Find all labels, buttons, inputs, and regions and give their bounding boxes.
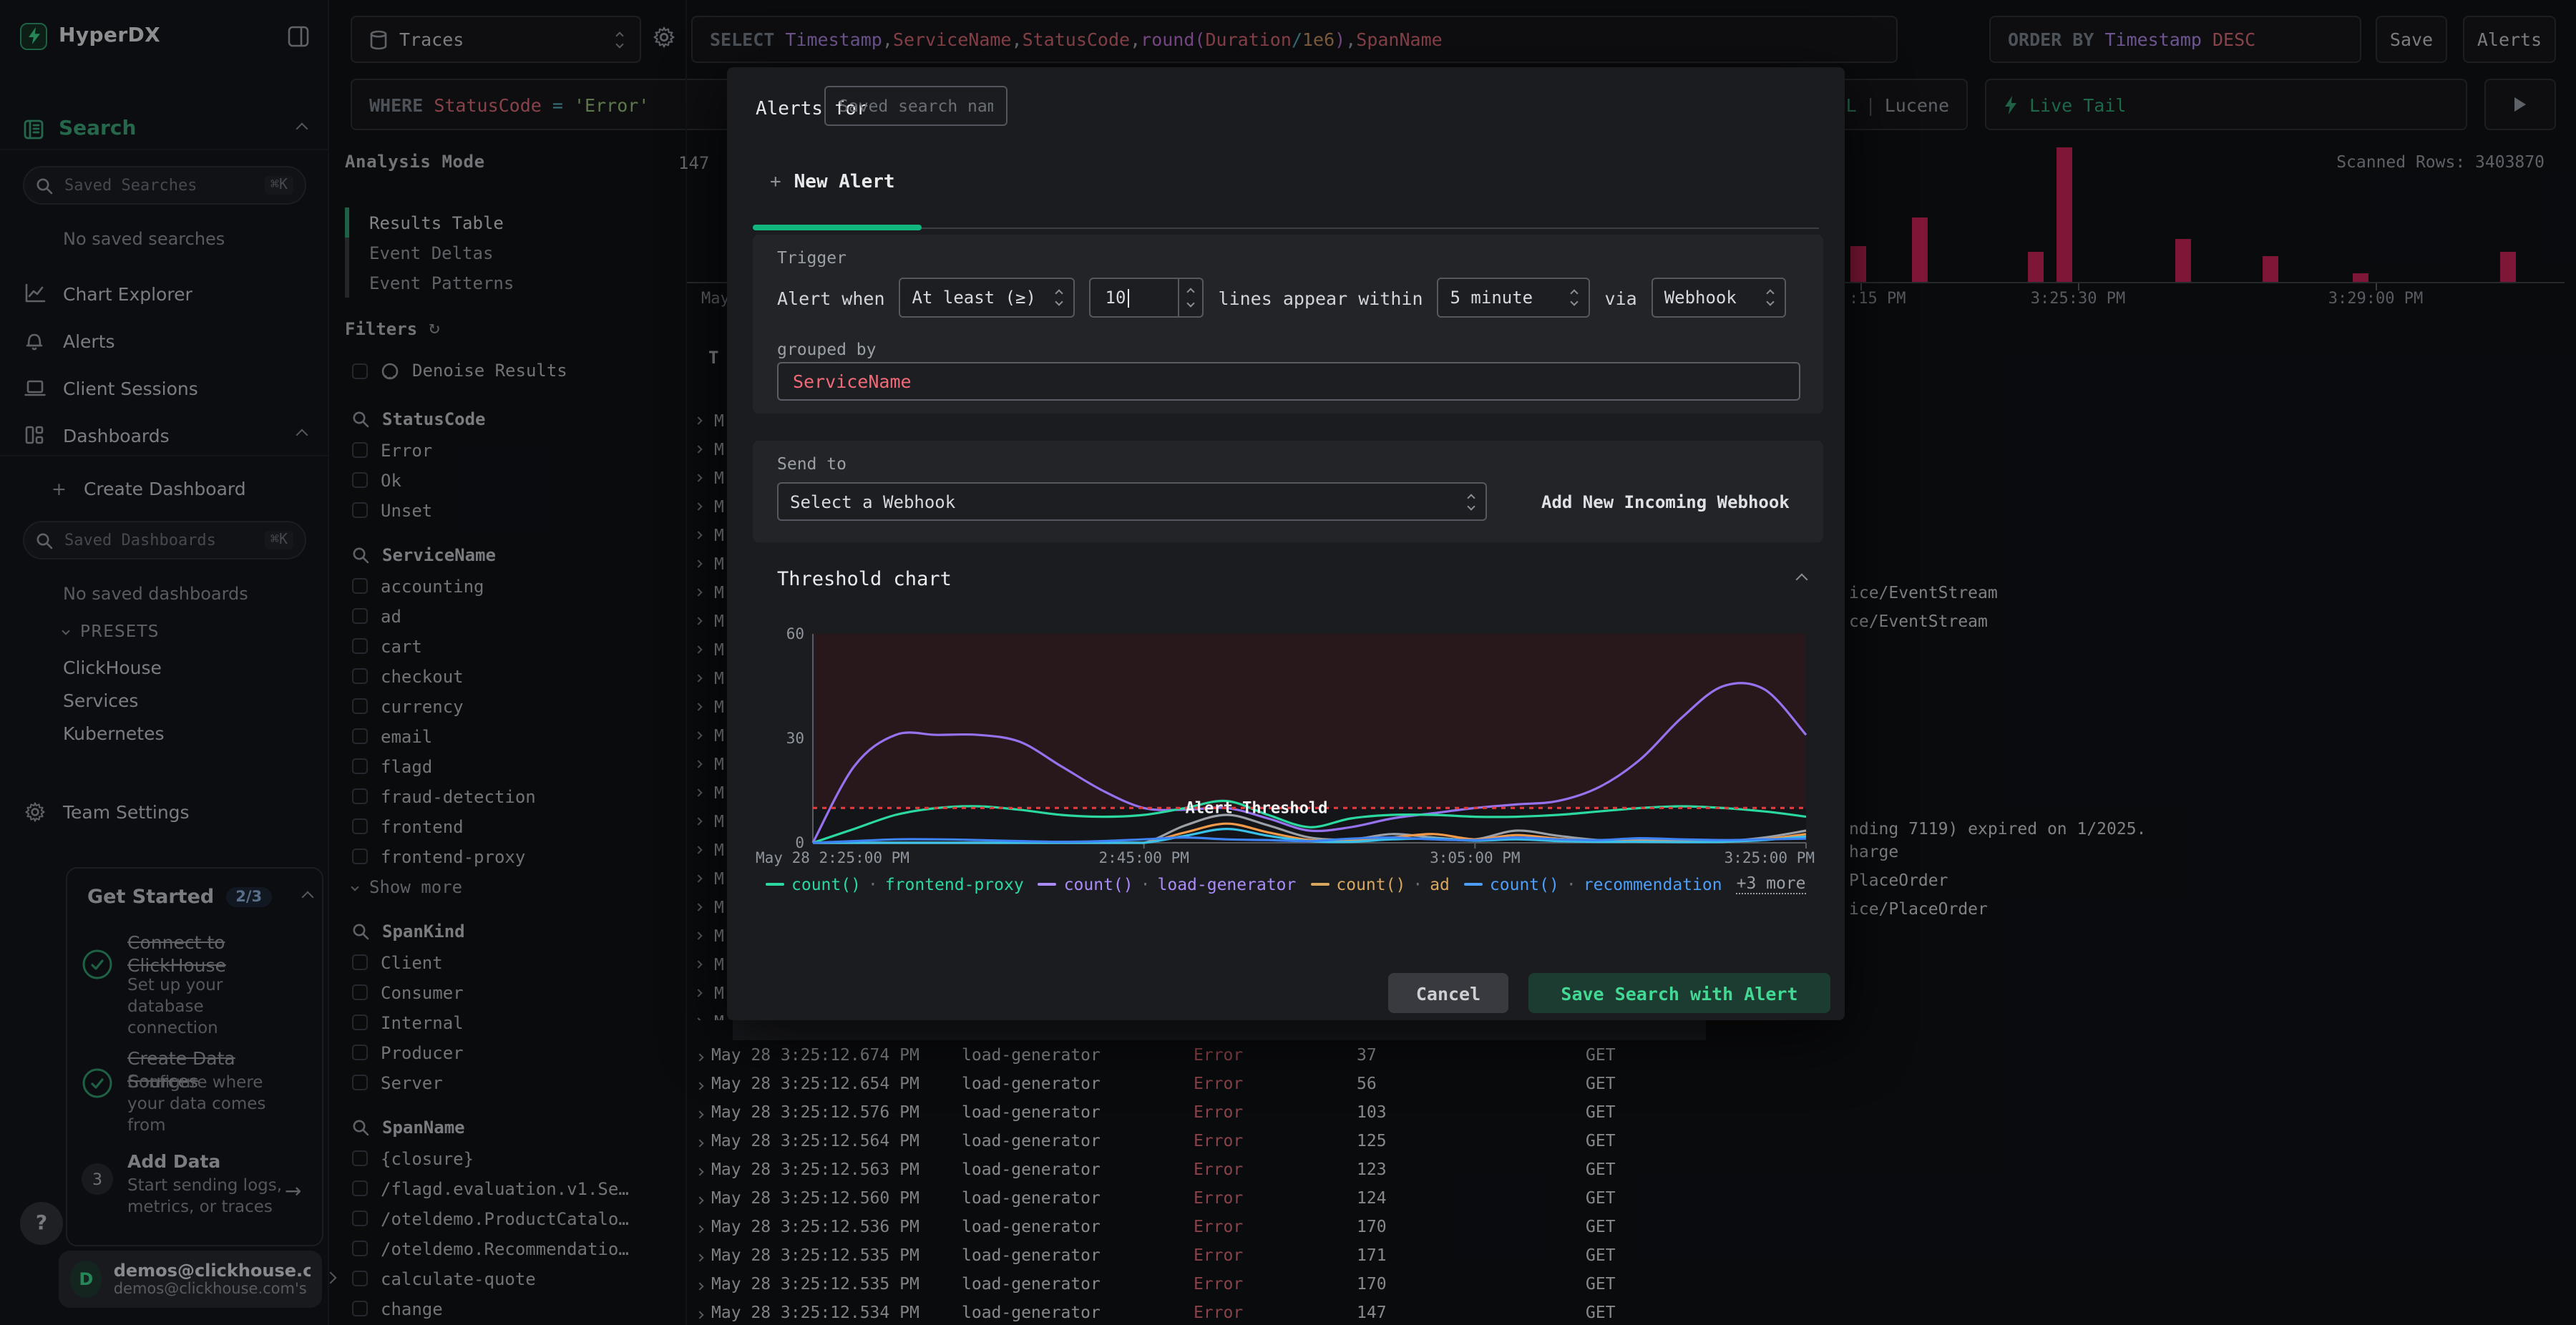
group-by-input[interactable]: [777, 362, 1800, 401]
plus-icon: +: [770, 172, 781, 193]
legend-entry[interactable]: count() · ad: [1310, 874, 1450, 894]
legend-dash: [766, 882, 784, 885]
operator-value: At least (≥): [912, 288, 1036, 308]
y-tick-label: 60: [786, 625, 804, 642]
legend-separator: ·: [1413, 874, 1423, 894]
above-threshold-region: [813, 634, 1806, 808]
window-value: 5 minute: [1450, 288, 1533, 308]
legend-series-name: ad: [1430, 874, 1450, 894]
save-label: Save Search with Alert: [1561, 982, 1798, 1004]
channel-value: Webhook: [1664, 288, 1737, 308]
select-chevrons-icon: [1055, 289, 1064, 306]
legend-agg: count(): [1063, 874, 1133, 894]
legend-separator: ·: [1566, 874, 1576, 894]
send-to-panel: Send to Select a Webhook Add New Incomin…: [753, 441, 1823, 542]
legend-agg: count(): [1489, 874, 1559, 894]
grouped-by-label: grouped by: [777, 339, 877, 359]
legend-dash: [1463, 882, 1483, 885]
legend-entry[interactable]: count() · frontend-proxy: [766, 874, 1024, 894]
trigger-label: Trigger: [777, 248, 847, 268]
legend-dash: [1310, 882, 1330, 885]
window-select[interactable]: 5 minute: [1437, 278, 1591, 318]
webhook-select-value: Select a Webhook: [790, 492, 956, 512]
cancel-button[interactable]: Cancel: [1388, 973, 1508, 1013]
tab-new-alert[interactable]: + New Alert: [770, 172, 895, 193]
active-tab-indicator: [753, 225, 922, 230]
threshold-chart: 0 30 60 May 28 2:25:00 PM 2:45:00 PM 3:05:00 …: [744, 625, 1832, 877]
alerts-modal: Alerts for + New Alert Trigger Alert whe…: [727, 67, 1845, 1020]
trigger-row: Alert when At least (≥) 10 lines appear …: [777, 278, 1786, 318]
x-tick-label: May 28 2:25:00 PM: [756, 849, 909, 866]
x-tick-label: 3:25:00 PM: [1724, 849, 1815, 866]
legend-entry[interactable]: count() · load-generator: [1038, 874, 1297, 894]
legend-series-name: frontend-proxy: [884, 874, 1024, 894]
lines-within-label: lines appear within: [1218, 287, 1423, 308]
webhook-select[interactable]: Select a Webhook: [777, 482, 1487, 521]
legend-series-name: recommendation: [1583, 874, 1722, 894]
threshold-value-input[interactable]: 10: [1089, 278, 1204, 318]
legend-more-link[interactable]: +3 more: [1736, 873, 1806, 894]
x-tick-label: 2:45:00 PM: [1098, 849, 1189, 866]
save-search-with-alert-button[interactable]: Save Search with Alert: [1528, 973, 1830, 1013]
legend-separator: ·: [1140, 874, 1151, 894]
number-stepper[interactable]: [1178, 279, 1203, 316]
legend-separator: ·: [867, 874, 878, 894]
chart-collapse-chevron-icon[interactable]: [1795, 573, 1808, 586]
alert-when-label: Alert when: [777, 287, 885, 308]
chart-legend: count() · frontend-proxy count() · load-gener…: [766, 873, 1806, 894]
threshold-value: 10: [1105, 288, 1126, 308]
operator-select[interactable]: At least (≥): [899, 278, 1075, 318]
cancel-label: Cancel: [1415, 982, 1481, 1004]
app-window: HyperDX Search ⌘K No saved searches Char…: [0, 0, 2576, 1325]
add-webhook-link[interactable]: Add New Incoming Webhook: [1541, 492, 1790, 512]
select-chevrons-icon: [1766, 289, 1775, 306]
via-label: via: [1604, 287, 1637, 308]
legend-agg: count(): [1336, 874, 1406, 894]
send-to-label: Send to: [777, 454, 847, 474]
new-alert-tab-label: New Alert: [794, 172, 895, 193]
x-tick-label: 3:05:00 PM: [1430, 849, 1520, 866]
saved-search-name-input[interactable]: [824, 86, 1008, 126]
channel-select[interactable]: Webhook: [1651, 278, 1786, 318]
trigger-panel: Trigger Alert when At least (≥) 10 lines…: [753, 235, 1823, 414]
alert-threshold-label: Alert Threshold: [1186, 799, 1328, 817]
legend-agg: count(): [791, 874, 861, 894]
legend-series-name: load-generator: [1157, 874, 1297, 894]
legend-dash: [1038, 882, 1057, 885]
select-chevrons-icon: [1467, 493, 1475, 510]
text-caret: [1127, 288, 1129, 307]
y-tick-label: 30: [786, 730, 804, 747]
threshold-chart-title: Threshold chart: [777, 568, 952, 591]
select-chevrons-icon: [1570, 289, 1579, 306]
legend-entry[interactable]: count() · recommendation: [1463, 874, 1722, 894]
